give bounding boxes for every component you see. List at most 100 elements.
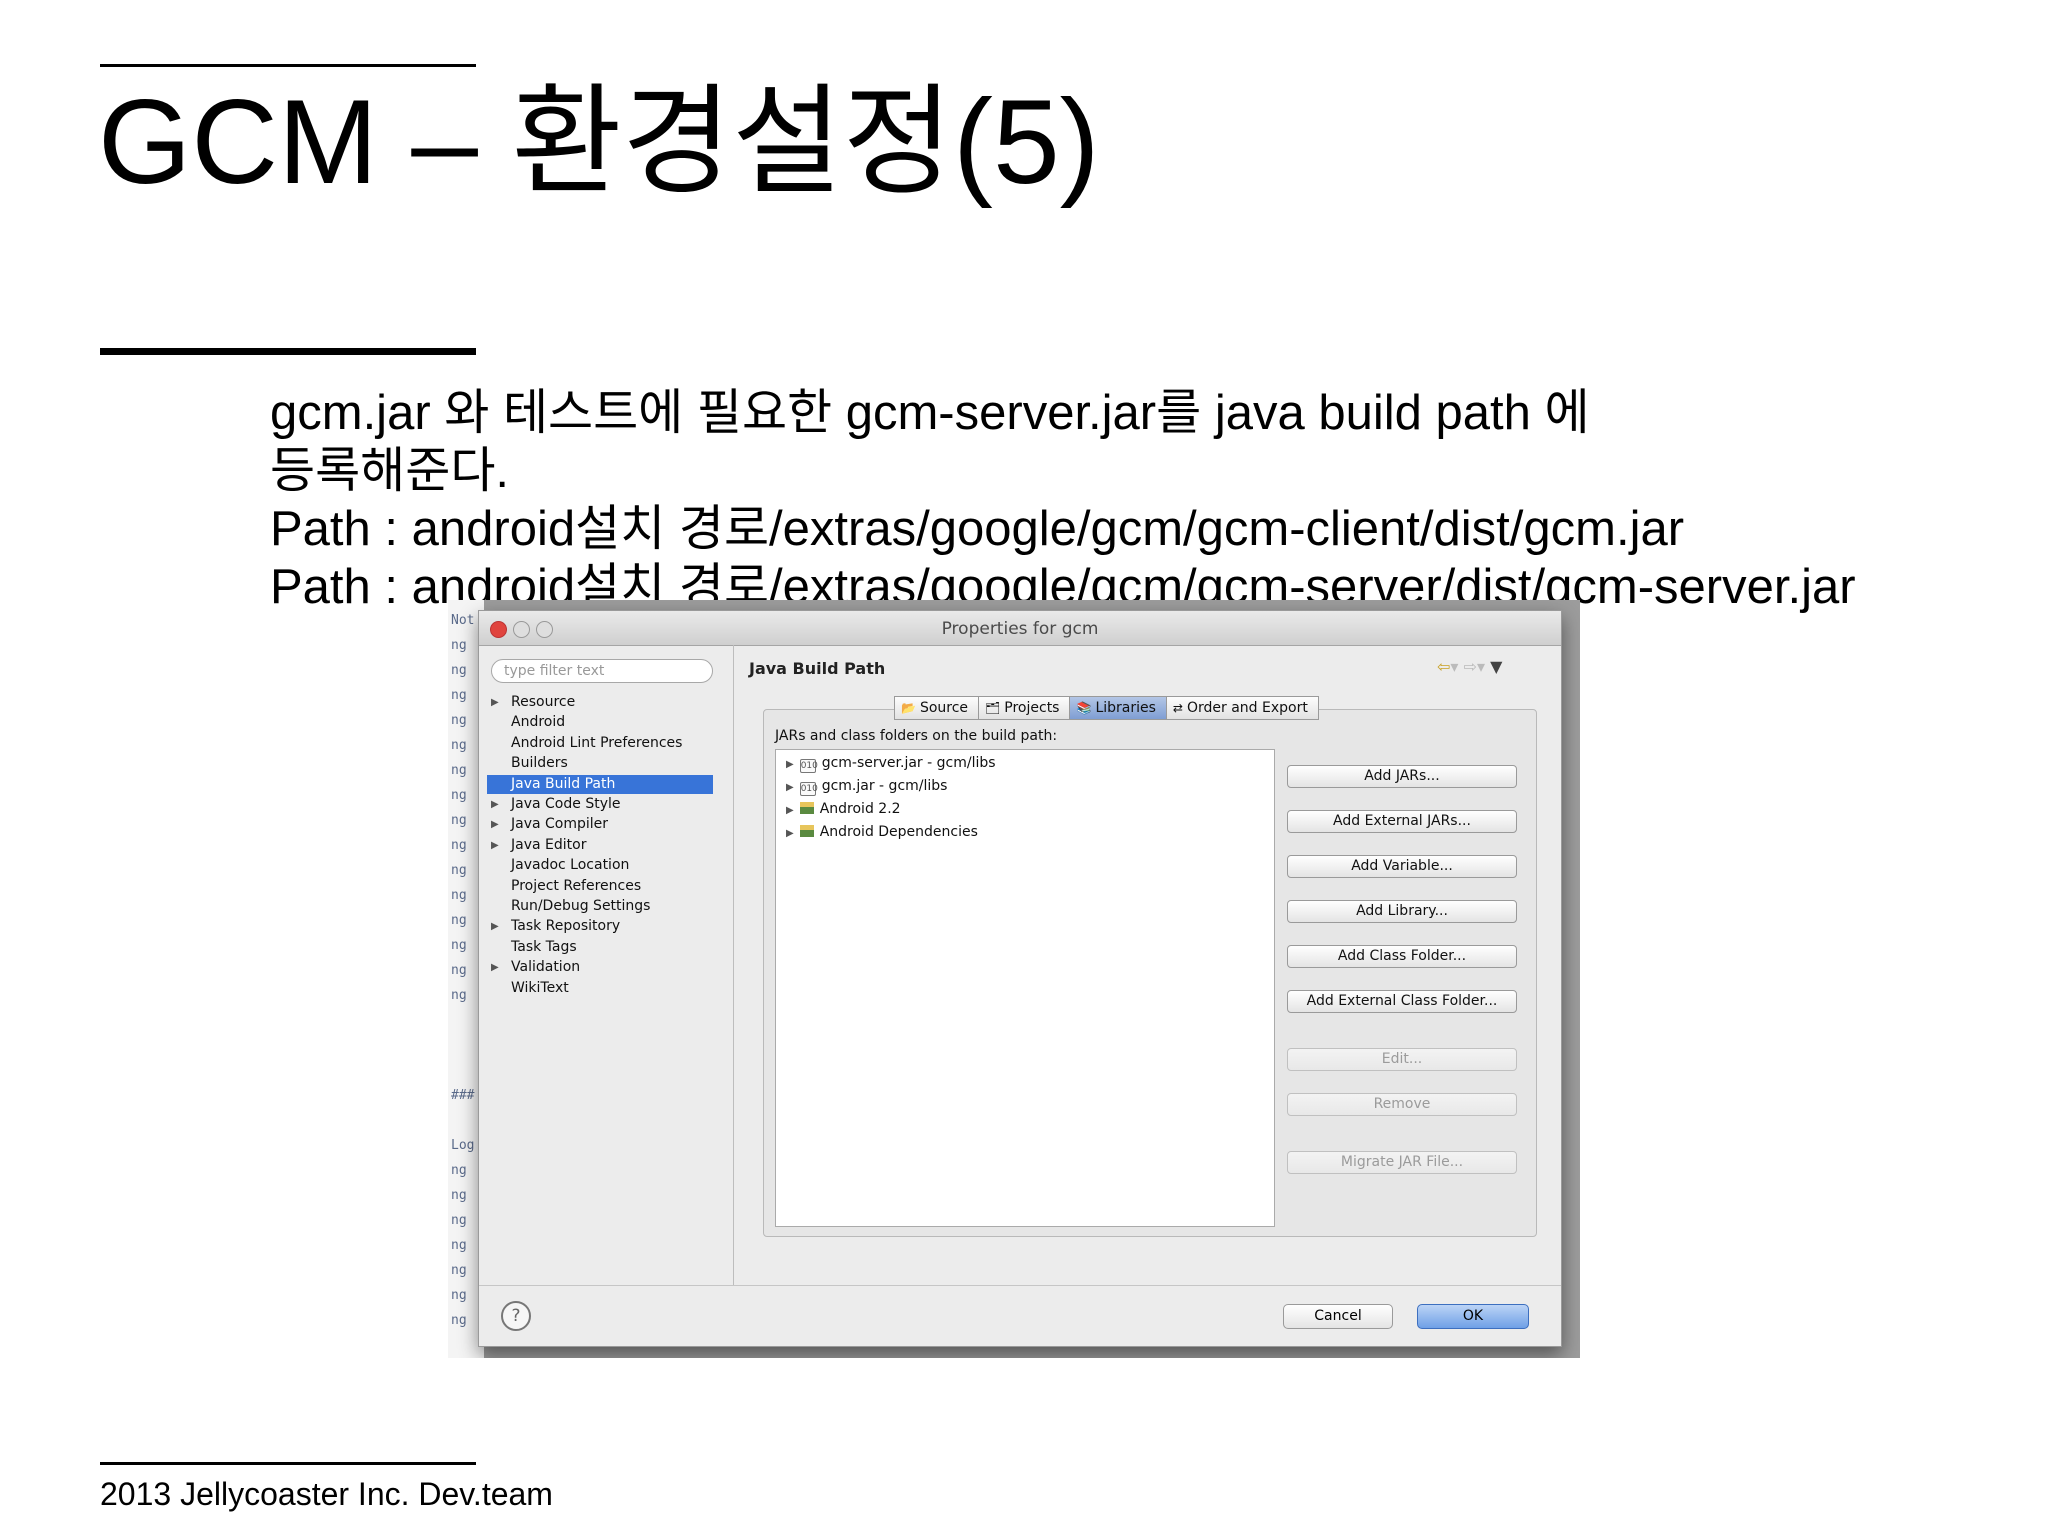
tree-item-label: Javadoc Location [511, 857, 630, 874]
footer-rule [100, 1462, 476, 1465]
forward-arrow-icon[interactable]: ⇨ [1464, 657, 1477, 676]
tab-label: Projects [1004, 700, 1060, 716]
migrate-jar-file-button[interactable]: Migrate JAR File... [1287, 1151, 1517, 1174]
build-path-list[interactable]: ▶ 010 gcm-server.jar - gcm/libs ▶ 010 gcm.jar… [775, 749, 1275, 1227]
history-nav: ⇦▾ ⇨▾ ▼ [1437, 657, 1502, 676]
tree-item-label: Resource [511, 694, 576, 710]
gutter-text: ng [451, 988, 467, 1003]
add-library-button[interactable]: Add Library... [1287, 900, 1517, 923]
expand-arrow-icon[interactable]: ▶ [491, 815, 499, 834]
button-bar-divider [479, 1285, 1561, 1286]
filter-input[interactable]: type filter text [491, 659, 713, 683]
add-external-jars-button[interactable]: Add External JARs... [1287, 810, 1517, 833]
tree-item-label: Java Compiler [511, 816, 609, 833]
list-item-label: gcm.jar - gcm/libs [821, 778, 948, 794]
forward-dropdown-icon[interactable]: ▾ [1477, 657, 1485, 676]
tree-item[interactable]: ▶ Java Code Style [487, 795, 713, 814]
remove-button[interactable]: Remove [1287, 1093, 1517, 1116]
expand-arrow-icon[interactable]: ▶ [491, 795, 499, 814]
jar-icon: 010 [799, 782, 818, 796]
back-arrow-icon[interactable]: ⇦ [1437, 657, 1450, 676]
gutter-text: ng [451, 963, 467, 978]
tree-item[interactable]: ▶ Validation [487, 958, 713, 977]
tab-projects[interactable]: 🗂 Projects [978, 696, 1071, 720]
tree-item[interactable]: Java Build Path [487, 774, 713, 794]
title-top-rule [100, 64, 476, 67]
add-jars-button[interactable]: Add JARs... [1287, 765, 1517, 788]
tree-item[interactable]: ▶ Resource [487, 693, 713, 712]
tree-item-label: Task Repository [511, 918, 621, 935]
tree-item[interactable]: WikiText [487, 979, 713, 998]
list-item[interactable]: ▶ Android Dependencies [786, 822, 978, 844]
list-item[interactable]: ▶ 010 gcm-server.jar - gcm/libs [786, 753, 996, 775]
tree-item-label: Task Tags [511, 938, 577, 955]
slide-title: GCM – 환경설정(5) [98, 75, 1100, 209]
gutter-text: ng [451, 1163, 467, 1178]
tree-item[interactable]: Task Tags [487, 938, 713, 957]
expand-arrow-icon[interactable]: ▶ [786, 805, 794, 816]
expand-arrow-icon[interactable]: ▶ [491, 917, 499, 936]
body-line-2: 등록해준다. [270, 444, 510, 498]
tree-item[interactable]: Run/Debug Settings [487, 897, 713, 916]
order-export-icon: ⇄ [1172, 701, 1183, 715]
sash-divider[interactable] [733, 645, 734, 1285]
library-icon [799, 802, 814, 814]
tree-item-label: Android Lint Preferences [511, 734, 683, 751]
expand-arrow-icon[interactable]: ▶ [786, 828, 794, 839]
list-item-label: Android 2.2 [819, 801, 901, 817]
cancel-button[interactable]: Cancel [1283, 1304, 1393, 1329]
add-external-class-folder-button[interactable]: Add External Class Folder... [1287, 990, 1517, 1013]
source-folder-icon: 📂 [901, 701, 916, 715]
tree-item[interactable]: ▶ Task Repository [487, 917, 713, 936]
tree-item[interactable]: Javadoc Location [487, 856, 713, 875]
gutter-text: ng [451, 1238, 467, 1253]
tree-item-label: Validation [511, 959, 581, 976]
add-class-folder-button[interactable]: Add Class Folder... [1287, 945, 1517, 968]
expand-arrow-icon[interactable]: ▶ [786, 782, 794, 793]
help-icon[interactable]: ? [501, 1301, 531, 1331]
expand-arrow-icon[interactable]: ▶ [786, 759, 794, 770]
title-bottom-rule [100, 348, 476, 355]
list-item[interactable]: ▶ Android 2.2 [786, 799, 901, 821]
expand-arrow-icon[interactable]: ▶ [491, 693, 499, 712]
tree-item[interactable]: Android Lint Preferences [487, 734, 713, 753]
view-menu-icon[interactable]: ▼ [1490, 657, 1502, 676]
gutter-text: ng [451, 1188, 467, 1203]
tree-item-label: Java Code Style [511, 796, 621, 812]
eclipse-screenshot: Not ng ng ng ng ng ng ng ng ng ng ng ng ng ng ng ### Log n… [448, 600, 1580, 1358]
tab-order-and-export[interactable]: ⇄ Order and Export [1165, 696, 1319, 720]
gutter-text: ng [451, 738, 467, 753]
gutter-text: ### [451, 1088, 475, 1103]
tree-item-label: Project References [511, 877, 642, 894]
gutter-text: ng [451, 763, 467, 778]
gutter-text: ng [451, 713, 467, 728]
tree-item-label: Android [511, 714, 566, 731]
ok-button[interactable]: OK [1417, 1304, 1529, 1329]
list-item-label: gcm-server.jar - gcm/libs [821, 755, 996, 771]
expand-arrow-icon[interactable]: ▶ [491, 836, 499, 855]
list-item[interactable]: ▶ 010 gcm.jar - gcm/libs [786, 776, 947, 798]
tree-item-label: Run/Debug Settings [511, 898, 651, 914]
edit-button[interactable]: Edit... [1287, 1048, 1517, 1071]
gutter-text: ng [451, 788, 467, 803]
gutter-text: Log [451, 1138, 475, 1153]
dialog-titlebar[interactable]: Properties for gcm [479, 611, 1561, 646]
add-variable-button[interactable]: Add Variable... [1287, 855, 1517, 878]
projects-icon: 🗂 [985, 701, 1001, 715]
tab-source[interactable]: 📂 Source [894, 696, 980, 720]
tree-item[interactable]: ▶ Java Compiler [487, 815, 713, 834]
back-dropdown-icon[interactable]: ▾ [1450, 657, 1458, 676]
tree-item[interactable]: ▶ Java Editor [487, 836, 713, 855]
body-line-1: gcm.jar 와 테스트에 필요한 gcm-server.jar를 java … [270, 386, 1590, 440]
tab-libraries[interactable]: 📚 Libraries [1069, 696, 1167, 720]
tree-item[interactable]: Builders [487, 754, 713, 773]
tree-item[interactable]: Project References [487, 877, 713, 896]
list-item-label: Android Dependencies [819, 824, 978, 840]
gutter-text: ng [451, 638, 467, 653]
expand-arrow-icon[interactable]: ▶ [491, 958, 499, 977]
properties-dialog: Properties for gcm type filter text ▶ Res… [478, 610, 1562, 1347]
gutter-text: ng [451, 1213, 467, 1228]
tree-item[interactable]: Android [487, 713, 713, 732]
gutter-text: ng [451, 663, 467, 678]
tab-label: Order and Export [1186, 700, 1308, 716]
